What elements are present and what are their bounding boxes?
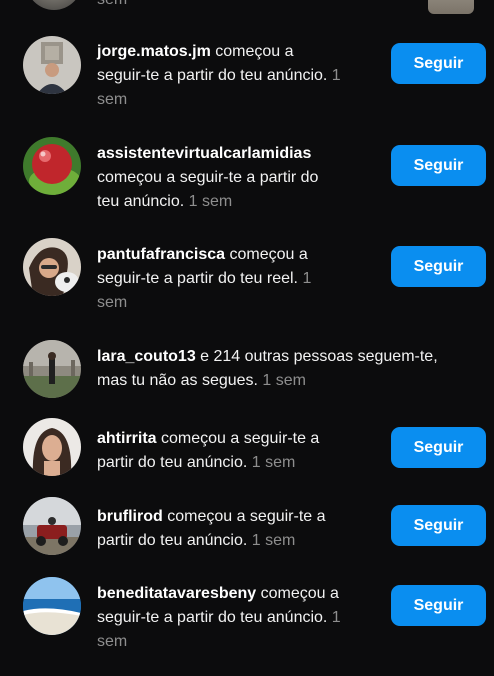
follow-button[interactable]: Seguir bbox=[391, 246, 486, 287]
username-link[interactable]: pantufafrancisca bbox=[97, 246, 225, 263]
notification-text: bruflirod começou a seguir-te a partir d… bbox=[97, 508, 326, 549]
timestamp: sem bbox=[97, 633, 128, 650]
post-thumbnail[interactable] bbox=[428, 0, 474, 14]
follow-button[interactable]: Seguir bbox=[391, 585, 486, 626]
notification-row: lara_couto13 e 214 outras pessoas seguem… bbox=[0, 340, 494, 398]
username-link[interactable]: lara_couto13 bbox=[97, 348, 196, 365]
timestamp: 1 sem bbox=[247, 454, 296, 471]
follow-button[interactable]: Seguir bbox=[391, 43, 486, 84]
notification-text: lara_couto13 e 214 outras pessoas seguem… bbox=[97, 348, 438, 389]
avatar[interactable] bbox=[23, 577, 81, 635]
notification-row: ahtirrita começou a seguir-te a partir d… bbox=[0, 418, 494, 476]
follow-button[interactable]: Seguir bbox=[391, 145, 486, 186]
username-link[interactable]: bruflirod bbox=[97, 508, 163, 525]
timestamp: 1 bbox=[327, 609, 341, 626]
avatar[interactable] bbox=[26, 0, 82, 10]
timestamp: sem bbox=[97, 294, 128, 311]
avatar[interactable] bbox=[23, 137, 81, 195]
notifications-feed: sem jorge.matos.jm começou a seguir-te a… bbox=[0, 0, 494, 676]
timestamp: 1 sem bbox=[184, 193, 233, 210]
notification-row: pantufafrancisca começou a seguir-te a p… bbox=[0, 238, 494, 311]
avatar[interactable] bbox=[23, 340, 81, 398]
notification-row: assistentevirtualcarlamidias começou a s… bbox=[0, 137, 494, 210]
notification-text: ahtirrita começou a seguir-te a partir d… bbox=[97, 430, 320, 471]
timestamp: sem bbox=[97, 91, 128, 108]
notification-row: beneditatavaresbeny começou a seguir-te … bbox=[0, 577, 494, 650]
timestamp: sem bbox=[97, 0, 127, 9]
partial-notification-row: sem bbox=[0, 0, 494, 16]
username-link[interactable]: assistentevirtualcarlamidias bbox=[97, 145, 311, 162]
avatar[interactable] bbox=[23, 497, 81, 555]
username-link[interactable]: ahtirrita bbox=[97, 430, 157, 447]
notification-row: bruflirod começou a seguir-te a partir d… bbox=[0, 497, 494, 555]
username-link[interactable]: beneditatavaresbeny bbox=[97, 585, 256, 602]
follow-button[interactable]: Seguir bbox=[391, 505, 486, 546]
timestamp: 1 bbox=[327, 67, 341, 84]
avatar[interactable] bbox=[23, 238, 81, 296]
username-link[interactable]: jorge.matos.jm bbox=[97, 43, 211, 60]
notification-row: jorge.matos.jm começou a seguir-te a par… bbox=[0, 35, 494, 108]
follow-button[interactable]: Seguir bbox=[391, 427, 486, 468]
avatar[interactable] bbox=[23, 36, 81, 94]
timestamp: 1 sem bbox=[247, 532, 296, 549]
avatar[interactable] bbox=[23, 418, 81, 476]
timestamp: 1 sem bbox=[257, 372, 306, 389]
timestamp: 1 bbox=[298, 270, 312, 287]
